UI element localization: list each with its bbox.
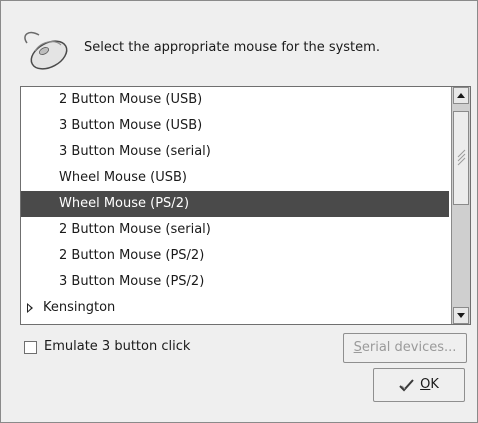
list-item[interactable]: Wheel Mouse (USB)	[21, 165, 449, 191]
mouse-list[interactable]: 2 Button Mouse (USB) 3 Button Mouse (USB)…	[20, 86, 471, 325]
list-group-label: Kensington	[43, 300, 116, 315]
list-item[interactable]: Wheel Mouse (PS/2)	[21, 191, 449, 217]
scroll-up-button[interactable]	[453, 87, 469, 104]
list-group-kensington[interactable]: Kensington	[21, 295, 449, 321]
ok-button[interactable]: OK	[373, 368, 465, 402]
expander-triangle-icon[interactable]	[27, 303, 33, 313]
list-item[interactable]: 2 Button Mouse (USB)	[21, 87, 449, 113]
serial-devices-mnemonic: S	[353, 340, 362, 355]
scroll-down-button[interactable]	[453, 307, 469, 324]
scrollbar-thumb[interactable]	[453, 111, 469, 205]
mouse-config-dialog: Select the appropriate mouse for the sys…	[0, 0, 478, 423]
arrow-up-icon	[457, 93, 465, 98]
list-item[interactable]: 3 Button Mouse (PS/2)	[21, 269, 449, 295]
grip-icon	[457, 149, 466, 166]
ok-label: K	[430, 377, 439, 392]
mouse-list-rows: 2 Button Mouse (USB) 3 Button Mouse (USB)…	[21, 87, 449, 324]
vertical-scrollbar[interactable]	[451, 87, 470, 324]
list-item[interactable]: 2 Button Mouse (serial)	[21, 217, 449, 243]
ok-mnemonic: O	[420, 377, 431, 392]
arrow-down-icon	[457, 313, 465, 318]
checkmark-icon	[399, 379, 414, 392]
list-item[interactable]: 2 Button Mouse (PS/2)	[21, 243, 449, 269]
list-item[interactable]: 3 Button Mouse (USB)	[21, 113, 449, 139]
header-instruction: Select the appropriate mouse for the sys…	[84, 40, 380, 55]
mouse-icon	[24, 31, 68, 70]
dialog-header: Select the appropriate mouse for the sys…	[15, 23, 465, 79]
emulate-3-button-checkbox[interactable]	[24, 341, 37, 354]
list-item[interactable]: 3 Button Mouse (serial)	[21, 139, 449, 165]
serial-devices-button[interactable]: Serial devices...	[343, 333, 467, 363]
emulate-3-button-label[interactable]: Emulate 3 button click	[44, 339, 190, 354]
serial-devices-label: erial devices...	[361, 340, 457, 355]
